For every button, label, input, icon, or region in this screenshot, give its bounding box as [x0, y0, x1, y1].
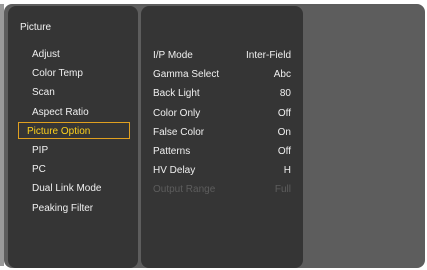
- menu-item-pc[interactable]: PC: [18, 160, 130, 177]
- setting-ip-mode[interactable]: I/P Mode Inter-Field: [153, 47, 291, 64]
- setting-patterns[interactable]: Patterns Off: [153, 143, 291, 160]
- settings-list: I/P Mode Inter-Field Gamma Select Abc Ba…: [153, 47, 291, 201]
- setting-gamma-select[interactable]: Gamma Select Abc: [153, 66, 291, 83]
- menu-item-picture-option[interactable]: Picture Option: [18, 121, 130, 139]
- setting-label: Gamma Select: [153, 69, 220, 81]
- setting-output-range: Output Range Full: [153, 181, 291, 198]
- setting-hv-delay[interactable]: HV Delay H: [153, 162, 291, 179]
- menu-item-scan[interactable]: Scan: [18, 83, 130, 100]
- setting-value: Off: [277, 145, 291, 157]
- settings-panel: I/P Mode Inter-Field Gamma Select Abc Ba…: [141, 6, 303, 268]
- setting-label: I/P Mode: [153, 50, 193, 61]
- setting-false-color[interactable]: False Color On: [153, 124, 291, 141]
- setting-label: Output Range: [153, 184, 216, 196]
- setting-label: Color Only: [153, 107, 201, 119]
- menu-item-adjust[interactable]: Adjust: [18, 45, 130, 62]
- menu-panel: Picture Adjust Color Temp Scan Aspect Ra…: [8, 6, 138, 268]
- setting-label: Patterns: [153, 145, 191, 157]
- setting-value: 80: [279, 88, 291, 100]
- setting-value: H: [283, 165, 291, 177]
- setting-value: Inter-Field: [245, 50, 291, 61]
- menu-item-dual-link-mode[interactable]: Dual Link Mode: [18, 179, 130, 196]
- setting-label: HV Delay: [153, 165, 196, 177]
- setting-value: On: [277, 126, 291, 138]
- menu-list: Adjust Color Temp Scan Aspect Ratio Pict…: [18, 45, 130, 218]
- menu-item-aspect-ratio[interactable]: Aspect Ratio: [18, 103, 130, 120]
- setting-color-only[interactable]: Color Only Off: [153, 105, 291, 122]
- setting-value: Abc: [273, 69, 291, 81]
- menu-item-color-temp[interactable]: Color Temp: [18, 64, 130, 81]
- setting-value: Full: [274, 184, 291, 196]
- setting-value: Off: [277, 107, 291, 119]
- menu-title: Picture: [20, 22, 52, 33]
- menu-item-pip[interactable]: PIP: [18, 141, 130, 158]
- setting-back-light[interactable]: Back Light 80: [153, 85, 291, 102]
- menu-item-peaking-filter[interactable]: Peaking Filter: [18, 199, 130, 216]
- setting-label: Back Light: [153, 88, 200, 100]
- osd-screen: Picture Adjust Color Temp Scan Aspect Ra…: [0, 0, 427, 270]
- setting-label: False Color: [153, 126, 205, 138]
